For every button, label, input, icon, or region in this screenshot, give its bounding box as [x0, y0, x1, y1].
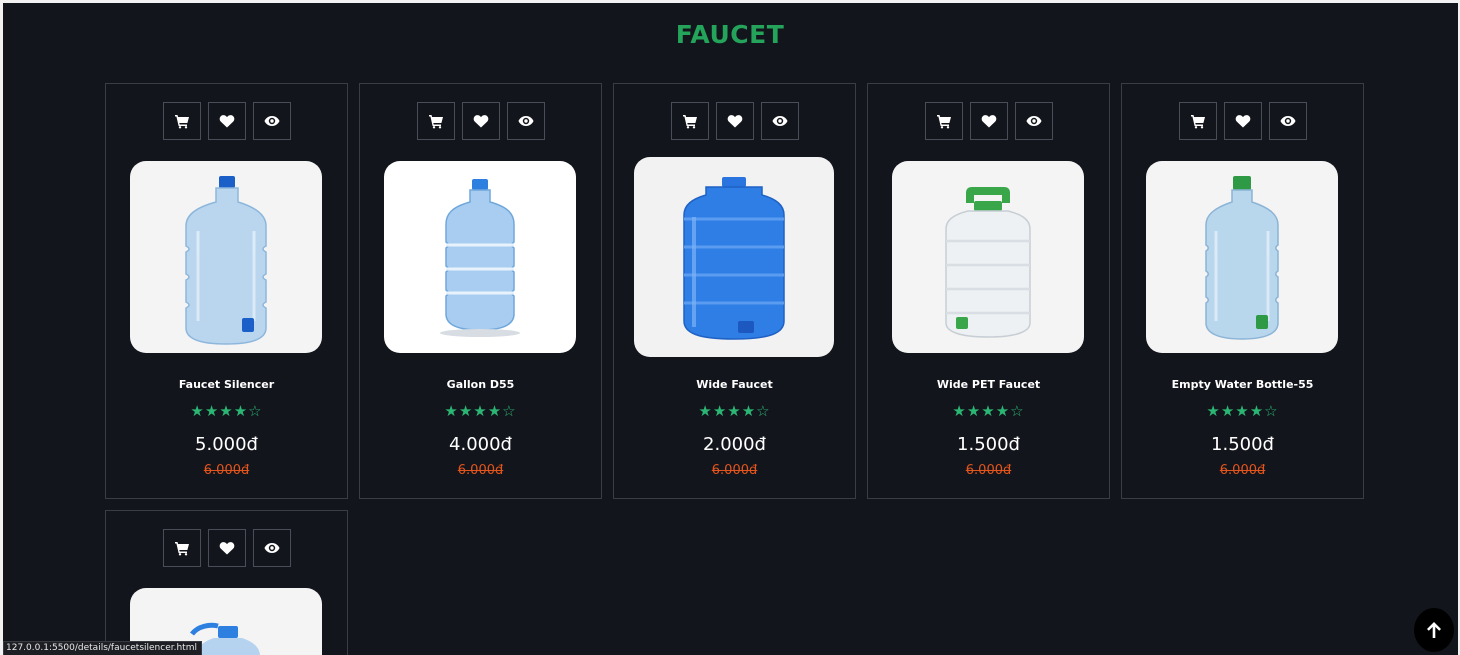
product-grid: Faucet Silencer ★★★★☆ 5.000đ 6.000đ Gall… — [105, 83, 1364, 655]
product-image[interactable] — [634, 157, 834, 357]
eye-icon — [518, 116, 533, 126]
cart-icon — [936, 115, 951, 129]
heart-icon — [1235, 115, 1250, 128]
product-price: 1.500đ — [957, 434, 1020, 455]
product-old-price: 6.000đ — [711, 463, 758, 478]
rating-stars: ★★★★☆ — [698, 402, 771, 420]
product-image[interactable] — [384, 161, 576, 353]
heart-icon — [727, 115, 742, 128]
card-actions — [1122, 102, 1363, 140]
card-actions — [868, 102, 1109, 140]
product-price: 1.500đ — [1211, 434, 1274, 455]
rating-stars: ★★★★☆ — [444, 402, 517, 420]
cart-icon — [428, 115, 443, 129]
add-to-cart-button[interactable] — [924, 102, 963, 140]
product-image[interactable] — [892, 161, 1084, 353]
cart-icon — [1190, 115, 1205, 129]
add-to-cart-button[interactable] — [670, 102, 709, 140]
cart-icon — [174, 115, 189, 129]
quick-view-button[interactable] — [252, 529, 291, 567]
back-to-top-button[interactable] — [1414, 608, 1454, 652]
water-bottle-image — [440, 179, 520, 337]
water-bottle-image — [1205, 176, 1279, 340]
rating-stars: ★★★★☆ — [952, 402, 1025, 420]
product-card[interactable]: Wide Faucet ★★★★☆ 2.000đ 6.000đ — [613, 83, 856, 499]
product-name[interactable]: Wide PET Faucet — [868, 378, 1109, 391]
wishlist-button[interactable] — [969, 102, 1008, 140]
eye-icon — [772, 116, 787, 126]
product-old-price: 6.000đ — [965, 463, 1012, 478]
heart-icon — [219, 542, 234, 555]
product-card[interactable]: Gallon D55 ★★★★☆ 4.000đ 6.000đ — [359, 83, 602, 499]
product-price: 4.000đ — [449, 434, 512, 455]
add-to-cart-button[interactable] — [162, 102, 201, 140]
quick-view-button[interactable] — [506, 102, 545, 140]
card-actions — [106, 102, 347, 140]
section-title: FAUCET — [675, 20, 785, 49]
product-name[interactable]: Faucet Silencer — [106, 378, 347, 391]
product-old-price: 6.000đ — [457, 463, 504, 478]
add-to-cart-button[interactable] — [162, 529, 201, 567]
heart-icon — [981, 115, 996, 128]
add-to-cart-button[interactable] — [416, 102, 455, 140]
cart-icon — [174, 542, 189, 556]
arrow-up-icon — [1427, 622, 1441, 638]
quick-view-button[interactable] — [1268, 102, 1307, 140]
quick-view-button[interactable] — [760, 102, 799, 140]
product-card[interactable]: Wide PET Faucet ★★★★☆ 1.500đ 6.000đ — [867, 83, 1110, 499]
wishlist-button[interactable] — [715, 102, 754, 140]
card-actions — [106, 529, 347, 567]
wishlist-button[interactable] — [461, 102, 500, 140]
quick-view-button[interactable] — [252, 102, 291, 140]
status-bar-url: 127.0.0.1:5500/details/faucetsilencer.ht… — [3, 641, 202, 655]
product-image[interactable] — [130, 161, 322, 353]
product-card[interactable] — [105, 510, 348, 655]
quick-view-button[interactable] — [1014, 102, 1053, 140]
rating-stars: ★★★★☆ — [1206, 402, 1279, 420]
water-bottle-image — [185, 176, 267, 345]
card-actions — [614, 102, 855, 140]
water-bottle-image — [945, 187, 1031, 338]
product-price: 5.000đ — [195, 434, 258, 455]
add-to-cart-button[interactable] — [1178, 102, 1217, 140]
eye-icon — [264, 116, 279, 126]
product-card[interactable]: Faucet Silencer ★★★★☆ 5.000đ 6.000đ — [105, 83, 348, 499]
card-actions — [360, 102, 601, 140]
eye-icon — [264, 543, 279, 553]
eye-icon — [1026, 116, 1041, 126]
product-name[interactable]: Gallon D55 — [360, 378, 601, 391]
rating-stars: ★★★★☆ — [190, 402, 263, 420]
water-bottle-image — [683, 177, 785, 340]
product-old-price: 6.000đ — [203, 463, 250, 478]
wishlist-button[interactable] — [207, 529, 246, 567]
product-name[interactable]: Wide Faucet — [614, 378, 855, 391]
product-image[interactable] — [1146, 161, 1338, 353]
cart-icon — [682, 115, 697, 129]
product-price: 2.000đ — [703, 434, 766, 455]
product-card[interactable]: Empty Water Bottle-55 ★★★★☆ 1.500đ 6.000… — [1121, 83, 1364, 499]
eye-icon — [1280, 116, 1295, 126]
wishlist-button[interactable] — [207, 102, 246, 140]
wishlist-button[interactable] — [1223, 102, 1262, 140]
heart-icon — [473, 115, 488, 128]
heart-icon — [219, 115, 234, 128]
product-name[interactable]: Empty Water Bottle-55 — [1122, 378, 1363, 391]
product-old-price: 6.000đ — [1219, 463, 1266, 478]
